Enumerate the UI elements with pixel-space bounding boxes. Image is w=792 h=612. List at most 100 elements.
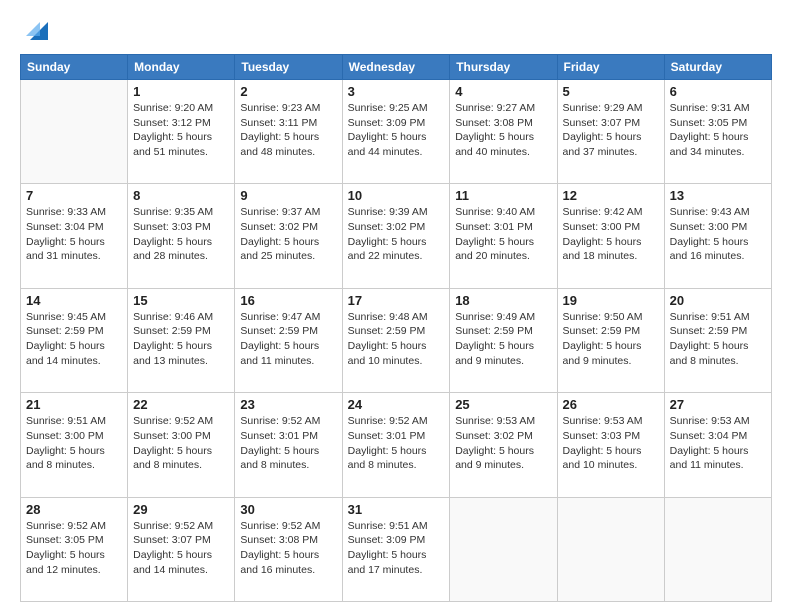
- day-info: Sunrise: 9:53 AM Sunset: 3:03 PM Dayligh…: [563, 414, 659, 473]
- day-info: Sunrise: 9:52 AM Sunset: 3:00 PM Dayligh…: [133, 414, 229, 473]
- day-number: 13: [670, 188, 766, 203]
- day-info: Sunrise: 9:42 AM Sunset: 3:00 PM Dayligh…: [563, 205, 659, 264]
- day-number: 25: [455, 397, 551, 412]
- day-number: 15: [133, 293, 229, 308]
- day-info: Sunrise: 9:23 AM Sunset: 3:11 PM Dayligh…: [240, 101, 336, 160]
- day-info: Sunrise: 9:52 AM Sunset: 3:07 PM Dayligh…: [133, 519, 229, 578]
- logo-icon: [22, 18, 48, 44]
- day-number: 27: [670, 397, 766, 412]
- day-info: Sunrise: 9:52 AM Sunset: 3:01 PM Dayligh…: [348, 414, 445, 473]
- calendar-day-cell: 5 Sunrise: 9:29 AM Sunset: 3:07 PM Daylig…: [557, 80, 664, 184]
- calendar-day-cell: 30Sunrise: 9:52 AM Sunset: 3:08 PM Dayli…: [235, 497, 342, 601]
- calendar-day-cell: 3 Sunrise: 9:25 AM Sunset: 3:09 PM Daylig…: [342, 80, 450, 184]
- calendar-day-cell: 14 Sunrise: 9:45 AM Sunset: 2:59 PM Dayli…: [21, 288, 128, 392]
- day-of-week-header: Sunday: [21, 55, 128, 80]
- day-number: 18: [455, 293, 551, 308]
- day-number: 30: [240, 502, 336, 517]
- day-info: Sunrise: 9:25 AM Sunset: 3:09 PM Dayligh…: [348, 101, 445, 160]
- day-info: Sunrise: 9:50 AM Sunset: 2:59 PM Dayligh…: [563, 310, 659, 369]
- day-number: 10: [348, 188, 445, 203]
- day-info: Sunrise: 9:45 AM Sunset: 2:59 PM Dayligh…: [26, 310, 122, 369]
- calendar-day-cell: 25 Sunrise: 9:53 AM Sunset: 3:02 PM Dayli…: [450, 393, 557, 497]
- day-info: Sunrise: 9:33 AM Sunset: 3:04 PM Dayligh…: [26, 205, 122, 264]
- calendar-day-cell: 20 Sunrise: 9:51 AM Sunset: 2:59 PM Dayli…: [664, 288, 771, 392]
- calendar-week-row: 7 Sunrise: 9:33 AM Sunset: 3:04 PM Daylig…: [21, 184, 772, 288]
- day-info: Sunrise: 9:29 AM Sunset: 3:07 PM Dayligh…: [563, 101, 659, 160]
- day-number: 11: [455, 188, 551, 203]
- day-info: Sunrise: 9:20 AM Sunset: 3:12 PM Dayligh…: [133, 101, 229, 160]
- calendar-header-row: SundayMondayTuesdayWednesdayThursdayFrid…: [21, 55, 772, 80]
- day-number: 24: [348, 397, 445, 412]
- calendar-day-cell: 21Sunrise: 9:51 AM Sunset: 3:00 PM Dayli…: [21, 393, 128, 497]
- day-number: 28: [26, 502, 122, 517]
- day-info: Sunrise: 9:51 AM Sunset: 2:59 PM Dayligh…: [670, 310, 766, 369]
- calendar-day-cell: 15 Sunrise: 9:46 AM Sunset: 2:59 PM Dayli…: [128, 288, 235, 392]
- day-number: 9: [240, 188, 336, 203]
- header: [20, 18, 772, 44]
- calendar-day-cell: 6Sunrise: 9:31 AM Sunset: 3:05 PM Daylig…: [664, 80, 771, 184]
- day-info: Sunrise: 9:52 AM Sunset: 3:05 PM Dayligh…: [26, 519, 122, 578]
- calendar-day-cell: 31Sunrise: 9:51 AM Sunset: 3:09 PM Dayli…: [342, 497, 450, 601]
- day-number: 19: [563, 293, 659, 308]
- day-info: Sunrise: 9:51 AM Sunset: 3:09 PM Dayligh…: [348, 519, 445, 578]
- calendar-day-cell: [664, 497, 771, 601]
- day-number: 29: [133, 502, 229, 517]
- calendar-day-cell: 13Sunrise: 9:43 AM Sunset: 3:00 PM Dayli…: [664, 184, 771, 288]
- day-of-week-header: Saturday: [664, 55, 771, 80]
- calendar-day-cell: 7 Sunrise: 9:33 AM Sunset: 3:04 PM Daylig…: [21, 184, 128, 288]
- calendar-day-cell: 26 Sunrise: 9:53 AM Sunset: 3:03 PM Dayli…: [557, 393, 664, 497]
- calendar-day-cell: 28 Sunrise: 9:52 AM Sunset: 3:05 PM Dayli…: [21, 497, 128, 601]
- day-info: Sunrise: 9:47 AM Sunset: 2:59 PM Dayligh…: [240, 310, 336, 369]
- day-info: Sunrise: 9:48 AM Sunset: 2:59 PM Dayligh…: [348, 310, 445, 369]
- calendar-day-cell: 4 Sunrise: 9:27 AM Sunset: 3:08 PM Daylig…: [450, 80, 557, 184]
- day-info: Sunrise: 9:27 AM Sunset: 3:08 PM Dayligh…: [455, 101, 551, 160]
- day-number: 8: [133, 188, 229, 203]
- day-of-week-header: Wednesday: [342, 55, 450, 80]
- day-number: 7: [26, 188, 122, 203]
- day-number: 2: [240, 84, 336, 99]
- calendar-day-cell: 10 Sunrise: 9:39 AM Sunset: 3:02 PM Dayli…: [342, 184, 450, 288]
- calendar-table: SundayMondayTuesdayWednesdayThursdayFrid…: [20, 54, 772, 602]
- calendar-day-cell: [450, 497, 557, 601]
- day-info: Sunrise: 9:53 AM Sunset: 3:04 PM Dayligh…: [670, 414, 766, 473]
- day-info: Sunrise: 9:53 AM Sunset: 3:02 PM Dayligh…: [455, 414, 551, 473]
- calendar-day-cell: [21, 80, 128, 184]
- day-number: 22: [133, 397, 229, 412]
- logo: [20, 18, 48, 44]
- day-number: 26: [563, 397, 659, 412]
- calendar-day-cell: 16Sunrise: 9:47 AM Sunset: 2:59 PM Dayli…: [235, 288, 342, 392]
- calendar-day-cell: 1 Sunrise: 9:20 AM Sunset: 3:12 PM Daylig…: [128, 80, 235, 184]
- calendar-day-cell: 12 Sunrise: 9:42 AM Sunset: 3:00 PM Dayli…: [557, 184, 664, 288]
- calendar-day-cell: 11 Sunrise: 9:40 AM Sunset: 3:01 PM Dayli…: [450, 184, 557, 288]
- day-number: 23: [240, 397, 336, 412]
- day-number: 5: [563, 84, 659, 99]
- day-info: Sunrise: 9:39 AM Sunset: 3:02 PM Dayligh…: [348, 205, 445, 264]
- calendar-day-cell: 23 Sunrise: 9:52 AM Sunset: 3:01 PM Dayli…: [235, 393, 342, 497]
- calendar-day-cell: 29 Sunrise: 9:52 AM Sunset: 3:07 PM Dayli…: [128, 497, 235, 601]
- day-number: 3: [348, 84, 445, 99]
- calendar-day-cell: 8 Sunrise: 9:35 AM Sunset: 3:03 PM Daylig…: [128, 184, 235, 288]
- calendar-day-cell: 2 Sunrise: 9:23 AM Sunset: 3:11 PM Daylig…: [235, 80, 342, 184]
- day-number: 6: [670, 84, 766, 99]
- calendar-day-cell: 19 Sunrise: 9:50 AM Sunset: 2:59 PM Dayli…: [557, 288, 664, 392]
- day-info: Sunrise: 9:46 AM Sunset: 2:59 PM Dayligh…: [133, 310, 229, 369]
- day-info: Sunrise: 9:52 AM Sunset: 3:01 PM Dayligh…: [240, 414, 336, 473]
- calendar-day-cell: 24 Sunrise: 9:52 AM Sunset: 3:01 PM Dayli…: [342, 393, 450, 497]
- day-number: 1: [133, 84, 229, 99]
- day-of-week-header: Tuesday: [235, 55, 342, 80]
- calendar-week-row: 14 Sunrise: 9:45 AM Sunset: 2:59 PM Dayli…: [21, 288, 772, 392]
- day-number: 14: [26, 293, 122, 308]
- day-info: Sunrise: 9:35 AM Sunset: 3:03 PM Dayligh…: [133, 205, 229, 264]
- calendar-day-cell: 9Sunrise: 9:37 AM Sunset: 3:02 PM Daylig…: [235, 184, 342, 288]
- calendar-day-cell: 22 Sunrise: 9:52 AM Sunset: 3:00 PM Dayli…: [128, 393, 235, 497]
- day-number: 17: [348, 293, 445, 308]
- day-number: 20: [670, 293, 766, 308]
- calendar-day-cell: 17 Sunrise: 9:48 AM Sunset: 2:59 PM Dayli…: [342, 288, 450, 392]
- calendar-week-row: 21Sunrise: 9:51 AM Sunset: 3:00 PM Dayli…: [21, 393, 772, 497]
- day-info: Sunrise: 9:40 AM Sunset: 3:01 PM Dayligh…: [455, 205, 551, 264]
- day-number: 4: [455, 84, 551, 99]
- calendar-week-row: 1 Sunrise: 9:20 AM Sunset: 3:12 PM Daylig…: [21, 80, 772, 184]
- day-of-week-header: Thursday: [450, 55, 557, 80]
- day-info: Sunrise: 9:49 AM Sunset: 2:59 PM Dayligh…: [455, 310, 551, 369]
- day-number: 12: [563, 188, 659, 203]
